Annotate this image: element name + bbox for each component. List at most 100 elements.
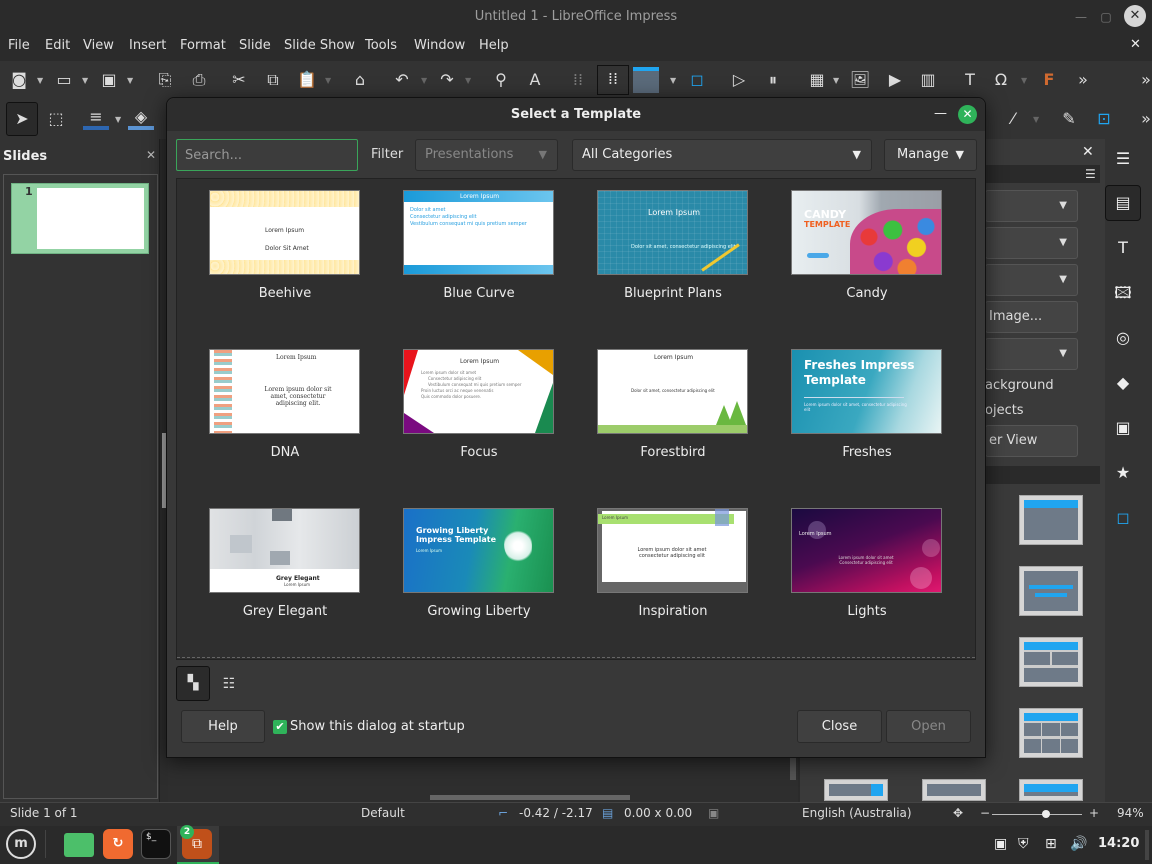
close-sidebar-icon[interactable]: ✕ [1082, 144, 1094, 160]
export-pdf-icon[interactable]: ⎘ [152, 67, 178, 93]
template-blue-curve[interactable]: Lorem Ipsum Dolor sit amet Consectetur a… [386, 178, 566, 328]
layout-title-6-content[interactable] [1019, 708, 1083, 758]
print-icon[interactable]: ⎙ [186, 67, 212, 93]
fit-slide-icon[interactable]: ✥ [953, 806, 963, 820]
start-first-slide-icon[interactable]: ▷ [726, 67, 752, 93]
insert-chart-icon[interactable]: ▥ [915, 67, 941, 93]
chevron-down-icon[interactable]: ▼ [1033, 115, 1039, 124]
more-options-icon[interactable]: » [1070, 67, 1096, 93]
layout-title-2-content[interactable] [1019, 637, 1083, 687]
template-freshes[interactable]: Freshes Impress Template Lorem ipsum dol… [774, 337, 954, 487]
document-modified-icon[interactable]: ▣ [708, 806, 719, 820]
mint-menu-icon[interactable]: m [6, 829, 36, 859]
zoom-slider-handle[interactable] [1042, 810, 1050, 818]
chevron-down-icon[interactable]: ▼ [37, 76, 43, 85]
slide-layout-icon[interactable] [633, 67, 659, 93]
layout-title-centered[interactable] [1019, 566, 1083, 616]
spelling-icon[interactable]: A [522, 67, 548, 93]
template-beehive[interactable]: Lorem Ipsum Dolor Sit Amet Beehive [192, 178, 372, 328]
master-slides-icon[interactable]: ◻ [1110, 505, 1136, 531]
insert-image-button[interactable]: Image... [985, 301, 1078, 333]
navigator-icon[interactable]: ◎ [1110, 325, 1136, 351]
menu-view[interactable]: View [83, 38, 114, 53]
zoom-level[interactable]: 94% [1117, 806, 1144, 820]
layout-partial[interactable] [922, 779, 986, 801]
show-desktop-button[interactable] [1145, 830, 1149, 860]
chevron-down-icon[interactable]: ▼ [115, 115, 121, 124]
layout-partial[interactable] [1019, 779, 1083, 801]
minimize-button[interactable]: — [1072, 8, 1090, 26]
update-shield-icon[interactable]: ⛨ [1018, 836, 1029, 852]
terminal-app-icon[interactable]: $_ [141, 829, 171, 859]
sidebar-dropdown-master[interactable]: ▼ [985, 338, 1078, 370]
chevron-down-icon[interactable]: ▼ [325, 76, 331, 85]
fontwork-icon[interactable]: F [1036, 67, 1062, 93]
template-inspiration[interactable]: Lorem Ipsum Lorem ipsum dolor sit amet c… [580, 496, 760, 646]
chevron-down-icon[interactable]: ▼ [127, 76, 133, 85]
category-dropdown[interactable]: All Categories ▼ [572, 139, 872, 171]
network-icon[interactable]: ⊞ [1045, 836, 1057, 852]
menu-insert[interactable]: Insert [129, 38, 166, 53]
fill-color-icon[interactable]: ◈ [128, 104, 154, 130]
crop-icon[interactable]: ✎ [1056, 106, 1082, 132]
menu-icon[interactable]: ☰ [1085, 167, 1096, 181]
template-blueprint-plans[interactable]: Lorem Ipsum Dolor sit amet, consectetur … [580, 178, 760, 328]
copy-icon[interactable]: ⧉ [260, 67, 286, 93]
start-current-slide-icon[interactable]: ⏸ [760, 67, 786, 93]
template-dna[interactable]: Lorem Ipsum Lorem ipsum dolor sit amet, … [192, 337, 372, 487]
sidebar-dropdown-background[interactable]: ▼ [985, 264, 1078, 296]
chevron-down-icon[interactable]: ▼ [1021, 76, 1027, 85]
menu-window[interactable]: Window [414, 38, 465, 53]
more-toolbar-icon[interactable]: » [1133, 106, 1152, 132]
templates-icon[interactable]: ◙ [6, 67, 32, 93]
insert-image-icon[interactable]: 🖼 [847, 67, 873, 93]
zoom-out-button[interactable]: − [980, 806, 990, 820]
dialog-close-button[interactable]: ✕ [958, 105, 977, 124]
template-growing-liberty[interactable]: Growing Liberty Impress Template Lorem I… [386, 496, 566, 646]
close-button[interactable]: Close [797, 710, 882, 743]
zoom-pan-icon[interactable]: ⬚ [43, 106, 69, 132]
help-button[interactable]: Help [181, 710, 265, 743]
close-pane-icon[interactable]: ✕ [146, 148, 156, 162]
sidebar-dropdown-format[interactable]: ▼ [985, 190, 1078, 222]
layout-title-content[interactable] [1019, 495, 1083, 545]
menu-help[interactable]: Help [479, 38, 509, 53]
gallery-icon[interactable]: 🖾 [1110, 280, 1136, 306]
filter-dropdown[interactable]: Presentations ▼ [415, 139, 558, 171]
show-at-startup-checkbox[interactable]: ✔ [273, 720, 287, 734]
chevron-down-icon[interactable]: ▼ [465, 76, 471, 85]
close-document-icon[interactable]: ✕ [1130, 37, 1141, 52]
slide-list[interactable] [3, 174, 158, 799]
find-replace-icon[interactable]: ⚲ [488, 67, 514, 93]
template-lights[interactable]: Lorem Ipsum Lorem ipsum dolor sit amet C… [774, 496, 954, 646]
properties-icon[interactable]: ▤ [1110, 190, 1136, 216]
line-color-icon[interactable]: ≡ [83, 104, 109, 130]
glue-points-icon[interactable]: ⊡ [1091, 106, 1117, 132]
more-toolbar-icon[interactable]: » [1133, 67, 1152, 93]
open-folder-icon[interactable]: ▭ [51, 67, 77, 93]
effects-icon[interactable]: ⁄ [1000, 106, 1026, 132]
horizontal-scrollbar[interactable] [430, 795, 630, 800]
template-focus[interactable]: Lorem Ipsum Lorem ipsum dolor sit amet C… [386, 337, 566, 487]
clipboard-icon[interactable]: ▣ [994, 836, 1007, 852]
open-button[interactable]: Open [886, 710, 971, 743]
menu-tools[interactable]: Tools [365, 38, 397, 53]
master-background-checkbox[interactable]: ackground [985, 378, 1054, 393]
language-status[interactable]: English (Australia) [802, 806, 912, 820]
chevron-down-icon[interactable]: ▼ [670, 76, 676, 85]
maximize-button[interactable]: ▢ [1097, 8, 1115, 26]
paste-icon[interactable]: 📋 [294, 67, 320, 93]
comment-icon[interactable]: ◻ [684, 67, 710, 93]
firefox-app-icon[interactable]: ↻ [103, 829, 133, 859]
styles-icon[interactable]: T [1110, 235, 1136, 261]
menu-edit[interactable]: Edit [45, 38, 70, 53]
window-close-button[interactable]: ✕ [1124, 5, 1146, 27]
menu-file[interactable]: File [8, 38, 30, 53]
redo-icon[interactable]: ↷ [434, 67, 460, 93]
special-character-icon[interactable]: Ω [988, 67, 1014, 93]
dialog-minimize-button[interactable]: — [934, 106, 947, 121]
master-view-button[interactable]: er View [985, 425, 1078, 457]
save-icon[interactable]: ▣ [96, 67, 122, 93]
clone-formatting-icon[interactable]: ⌂ [347, 67, 373, 93]
template-forestbird[interactable]: Lorem Ipsum Dolor sit amet, consectetur … [580, 337, 760, 487]
